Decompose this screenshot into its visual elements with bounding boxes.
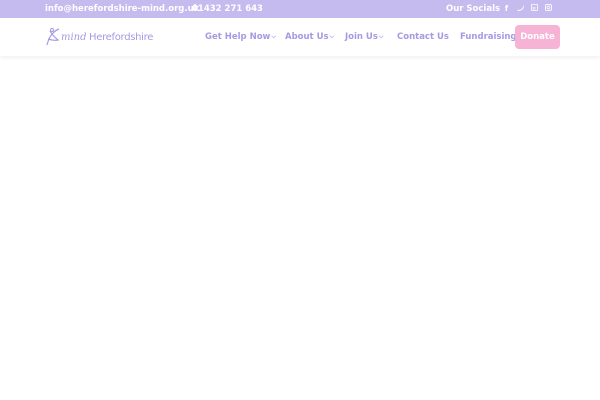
mind-logo-icon bbox=[46, 28, 60, 46]
facebook-icon[interactable]: f bbox=[502, 4, 511, 14]
chevron-down-icon: ⌵ bbox=[329, 33, 335, 40]
nav-label: Join Us bbox=[345, 32, 378, 42]
nav-label: About Us bbox=[285, 32, 329, 42]
nav-about-us[interactable]: About Us⌵ bbox=[285, 32, 334, 42]
chevron-down-icon: ⌵ bbox=[378, 33, 384, 40]
top-bar: info@herefordshire-mind.org.uk 01432 271… bbox=[0, 0, 600, 18]
socials-label: Our Socials bbox=[446, 4, 501, 14]
chevron-down-icon: ⌵ bbox=[271, 33, 276, 40]
logo-mind-text: mind bbox=[61, 32, 87, 43]
nav-label: Get Help Now bbox=[205, 32, 271, 42]
nav-contact-us[interactable]: Contact Us bbox=[397, 32, 449, 42]
instagram-icon[interactable] bbox=[544, 4, 553, 14]
email-link[interactable]: info@herefordshire-mind.org.uk bbox=[45, 4, 199, 14]
nav-label: Contact Us bbox=[397, 32, 449, 42]
nav-fundraising[interactable]: Fundraising bbox=[460, 32, 517, 42]
donate-button[interactable]: Donate bbox=[515, 25, 560, 49]
nav-label: Fundraising bbox=[460, 32, 517, 42]
twitter-icon[interactable] bbox=[516, 4, 525, 14]
logo-org-text: Herefordshire bbox=[89, 32, 154, 43]
site-header: mind Herefordshire Get Help Now⌵ About U… bbox=[0, 18, 600, 56]
phone-link[interactable]: 01432 271 643 bbox=[192, 4, 263, 14]
nav-join-us[interactable]: Join Us⌵ bbox=[345, 32, 383, 42]
nav-get-help-now[interactable]: Get Help Now⌵ bbox=[205, 32, 276, 42]
linkedin-icon[interactable] bbox=[530, 3, 539, 14]
